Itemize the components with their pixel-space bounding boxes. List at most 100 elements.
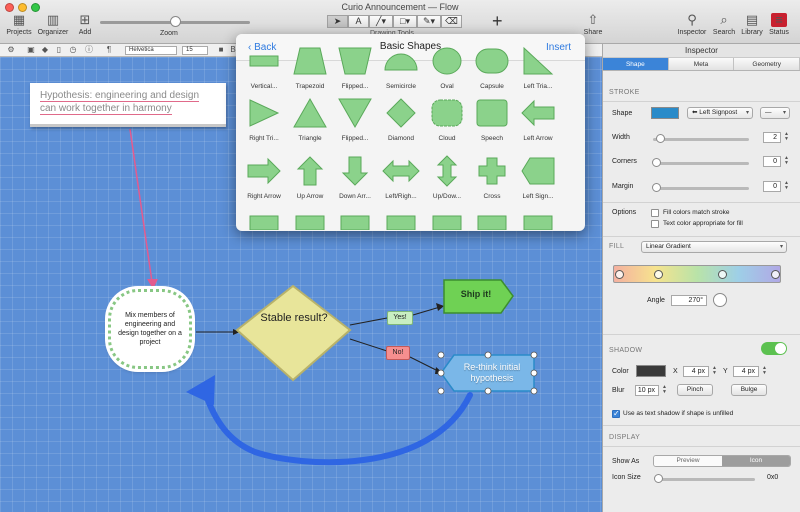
shape-tile[interactable]: Flipped...	[331, 94, 379, 142]
pen-tool[interactable]: ✎▾	[417, 15, 441, 28]
paragraph-icon[interactable]: ¶	[104, 46, 114, 54]
angle-field[interactable]: 270°	[671, 295, 707, 306]
projects-button[interactable]: ▦ Projects	[0, 13, 38, 37]
shape-tile[interactable]	[423, 210, 471, 230]
info-icon[interactable]: ⓘ	[84, 46, 94, 54]
shape-tile[interactable]: Vertical...	[240, 42, 288, 90]
shape-tile[interactable]: Left/Righ...	[377, 152, 425, 200]
shape-tool[interactable]: □▾	[393, 15, 417, 28]
yes-to-ship-connector[interactable]	[412, 306, 441, 316]
corners-slider-knob[interactable]	[652, 158, 661, 167]
shape-tile[interactable]	[240, 210, 288, 230]
angle-dial[interactable]	[713, 293, 727, 307]
gradient-stop[interactable]	[615, 270, 624, 279]
icon-segment[interactable]: Icon	[722, 456, 790, 466]
status-button[interactable]: ≡ Status	[760, 13, 798, 37]
image-icon[interactable]: ▣	[26, 46, 36, 54]
line-style-popup[interactable]: — ▾	[760, 107, 790, 119]
shape-tile[interactable]: Diamond	[377, 94, 425, 142]
shape-tile[interactable]	[377, 210, 425, 230]
text-tool[interactable]: A	[348, 15, 369, 28]
no-label[interactable]: No!	[386, 346, 410, 360]
line-tool[interactable]: ╱▾	[369, 15, 393, 28]
no-to-rethink-connector[interactable]	[409, 356, 441, 373]
shadow-toggle[interactable]	[761, 342, 787, 355]
gradient-stop[interactable]	[718, 270, 727, 279]
shape-tile[interactable]: Right Tri...	[240, 94, 288, 142]
shape-tile[interactable]: Capsule	[468, 42, 516, 90]
shape-tile[interactable]	[514, 210, 562, 230]
pinch-button[interactable]: Pinch	[677, 384, 713, 396]
shape-tile[interactable]	[331, 210, 379, 230]
shape-type-popup[interactable]: ⬅ Left Signpost ▾	[687, 107, 753, 119]
width-field[interactable]: 2	[763, 132, 781, 143]
zoom-slider-knob[interactable]	[170, 16, 181, 27]
tab-meta[interactable]: Meta	[668, 58, 735, 70]
icon-size-slider-knob[interactable]	[654, 474, 663, 483]
stroke-color-well[interactable]	[651, 107, 679, 119]
shape-tile[interactable]: Semicircle	[377, 42, 425, 90]
shadow-x-field[interactable]: 4 px	[683, 366, 709, 377]
shape-tile[interactable]: Right Arrow	[240, 152, 288, 200]
shadow-x-stepper[interactable]: ▲ ▼	[711, 366, 718, 377]
font-size-field[interactable]: 15	[182, 46, 208, 55]
preview-segment[interactable]: Preview	[654, 456, 722, 466]
shape-tile[interactable]: Trapezoid	[286, 42, 334, 90]
decision-to-no-connector[interactable]	[349, 338, 388, 352]
bulge-button[interactable]: Bulge	[731, 384, 767, 396]
text-shadow-checkbox[interactable]	[612, 409, 620, 418]
gear-icon[interactable]: ⚙	[6, 46, 16, 54]
corners-stepper[interactable]: ▲ ▼	[783, 156, 790, 167]
decision-to-yes-connector[interactable]	[349, 317, 388, 326]
shape-tile[interactable]: Left Arrow	[514, 94, 562, 142]
tab-geometry[interactable]: Geometry	[734, 58, 800, 70]
yes-label[interactable]: Yes!	[387, 311, 413, 325]
shape-tile[interactable]: Down Arr...	[331, 152, 379, 200]
plus-icon[interactable]: +	[492, 12, 503, 30]
eraser-tool[interactable]: ⌫	[441, 15, 462, 28]
gradient-stop[interactable]	[771, 270, 780, 279]
shape-tile[interactable]: Oval	[423, 42, 471, 90]
share-button[interactable]: ⇧ Share	[574, 13, 612, 37]
document-icon[interactable]: ▯	[54, 46, 64, 54]
margin-field[interactable]: 0	[763, 181, 781, 192]
corners-field[interactable]: 0	[763, 156, 781, 167]
shape-tile[interactable]: Triangle	[286, 94, 334, 142]
margin-stepper[interactable]: ▲ ▼	[783, 181, 790, 192]
margin-slider-knob[interactable]	[652, 183, 661, 192]
width-stepper[interactable]: ▲ ▼	[783, 132, 790, 143]
tab-shape[interactable]: Shape	[603, 58, 669, 70]
shape-tile[interactable]: Up/Dow...	[423, 152, 471, 200]
margin-slider[interactable]	[652, 183, 749, 192]
fill-type-popup[interactable]: Linear Gradient ▾	[641, 241, 787, 253]
decision-diamond-shape[interactable]	[235, 284, 352, 382]
shape-tile[interactable]: Left Sign...	[514, 152, 562, 200]
gradient-stop[interactable]	[654, 270, 663, 279]
shape-tile[interactable]	[468, 210, 516, 230]
note-to-cloud-connector[interactable]	[129, 128, 153, 283]
shadow-color-well[interactable]	[636, 365, 666, 377]
icon-size-slider[interactable]	[654, 474, 755, 483]
loop-back-connector[interactable]	[202, 389, 473, 466]
text-color-checkbox[interactable]	[651, 220, 659, 228]
clock-icon[interactable]: ◷	[68, 46, 78, 54]
add-button[interactable]: ⊞ Add	[66, 13, 104, 37]
hypothesis-note[interactable]: Hypothesis: engineering and design can w…	[30, 83, 226, 127]
cloud-shape[interactable]: Mix members of engineering and design to…	[108, 289, 192, 369]
shape-tile[interactable]: Up Arrow	[286, 152, 334, 200]
pointer-tool[interactable]: ➤	[327, 15, 348, 28]
shape-tile[interactable]: Cloud	[423, 94, 471, 142]
tag-icon[interactable]: ◆	[40, 46, 50, 54]
shape-tile[interactable]: Cross	[468, 152, 516, 200]
shadow-y-field[interactable]: 4 px	[733, 366, 759, 377]
fill-match-checkbox[interactable]	[651, 209, 659, 217]
blur-stepper[interactable]: ▲ ▼	[661, 385, 668, 396]
width-slider[interactable]	[653, 134, 749, 143]
corners-slider[interactable]	[652, 158, 749, 167]
shape-tile[interactable]: Flipped...	[331, 42, 379, 90]
shape-tile[interactable]: Left Tria...	[514, 42, 562, 90]
shape-tile[interactable]: Speech	[468, 94, 516, 142]
shape-tile[interactable]	[286, 210, 334, 230]
font-family-field[interactable]: Helvetica	[125, 46, 177, 55]
zoom-slider[interactable]	[100, 16, 250, 27]
